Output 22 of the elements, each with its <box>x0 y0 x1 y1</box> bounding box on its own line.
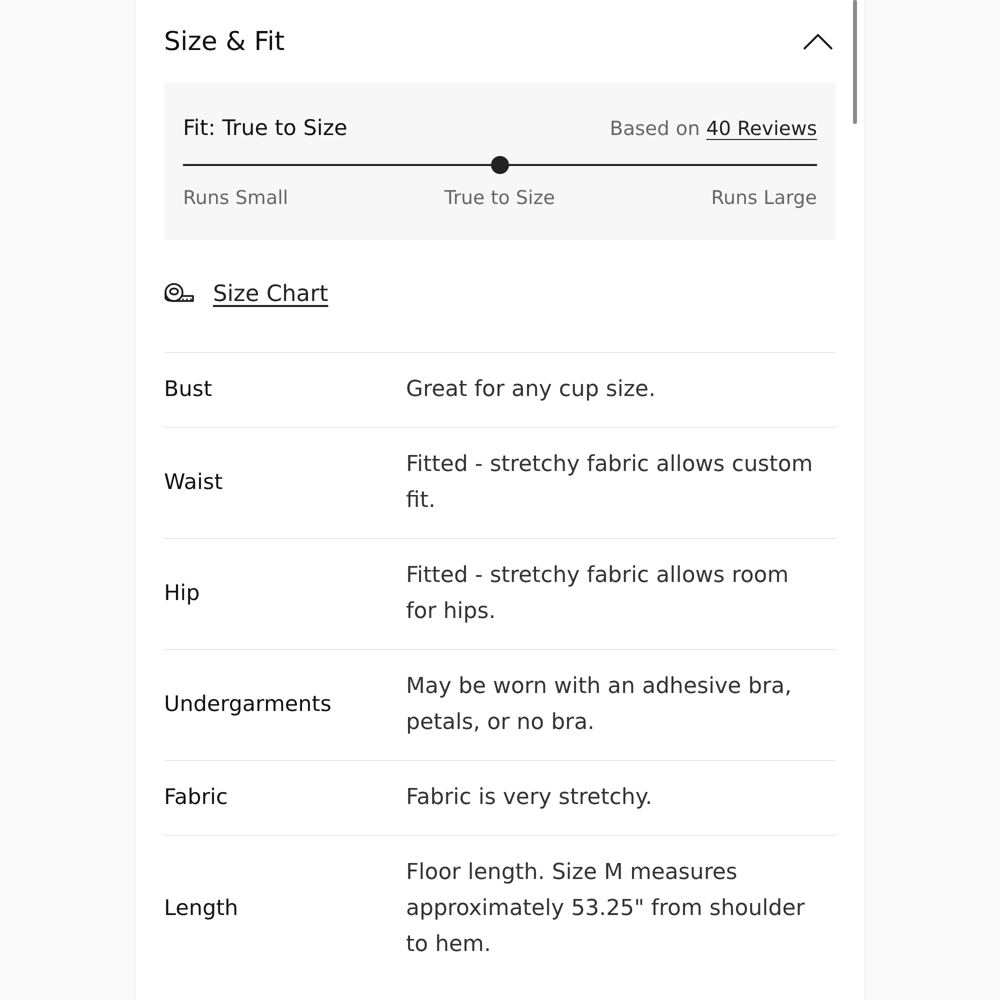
collapse-chevron-icon[interactable] <box>803 34 833 50</box>
size-chart-link[interactable]: Size Chart <box>213 281 328 307</box>
section-title: Size & Fit <box>164 26 285 56</box>
detail-label: Undergarments <box>164 691 332 719</box>
detail-label: Waist <box>164 469 224 497</box>
detail-label: Hip <box>164 580 201 608</box>
detail-value: Fabric is very stretchy. <box>406 784 654 812</box>
detail-label: Bust <box>164 376 214 404</box>
fit-rating-title: Fit: True to Size <box>183 116 348 140</box>
scrollbar-thumb[interactable] <box>853 0 857 124</box>
reviews-link[interactable]: 40 Reviews <box>706 116 817 140</box>
detail-label: Fabric <box>164 784 229 812</box>
detail-value: Floor length. Size M measures approximately 53.25" from shoulder to hem. <box>406 859 806 959</box>
detail-value: May be worn with an adhesive bra, petals, or no bra. <box>406 673 793 737</box>
detail-label: Length <box>164 895 240 923</box>
review-summary: Based on 40 Reviews <box>610 116 817 140</box>
fit-scale-label: Runs Small <box>183 186 288 210</box>
detail-value: Great for any cup size. <box>406 376 657 404</box>
fit-scale-label: True to Size <box>444 186 555 210</box>
detail-value: Fitted - stretchy fabric allows custom fit. <box>406 451 814 515</box>
fit-scale-label: Runs Large <box>711 186 817 210</box>
detail-value: Fitted - stretchy fabric allows room for hips. <box>406 562 790 626</box>
